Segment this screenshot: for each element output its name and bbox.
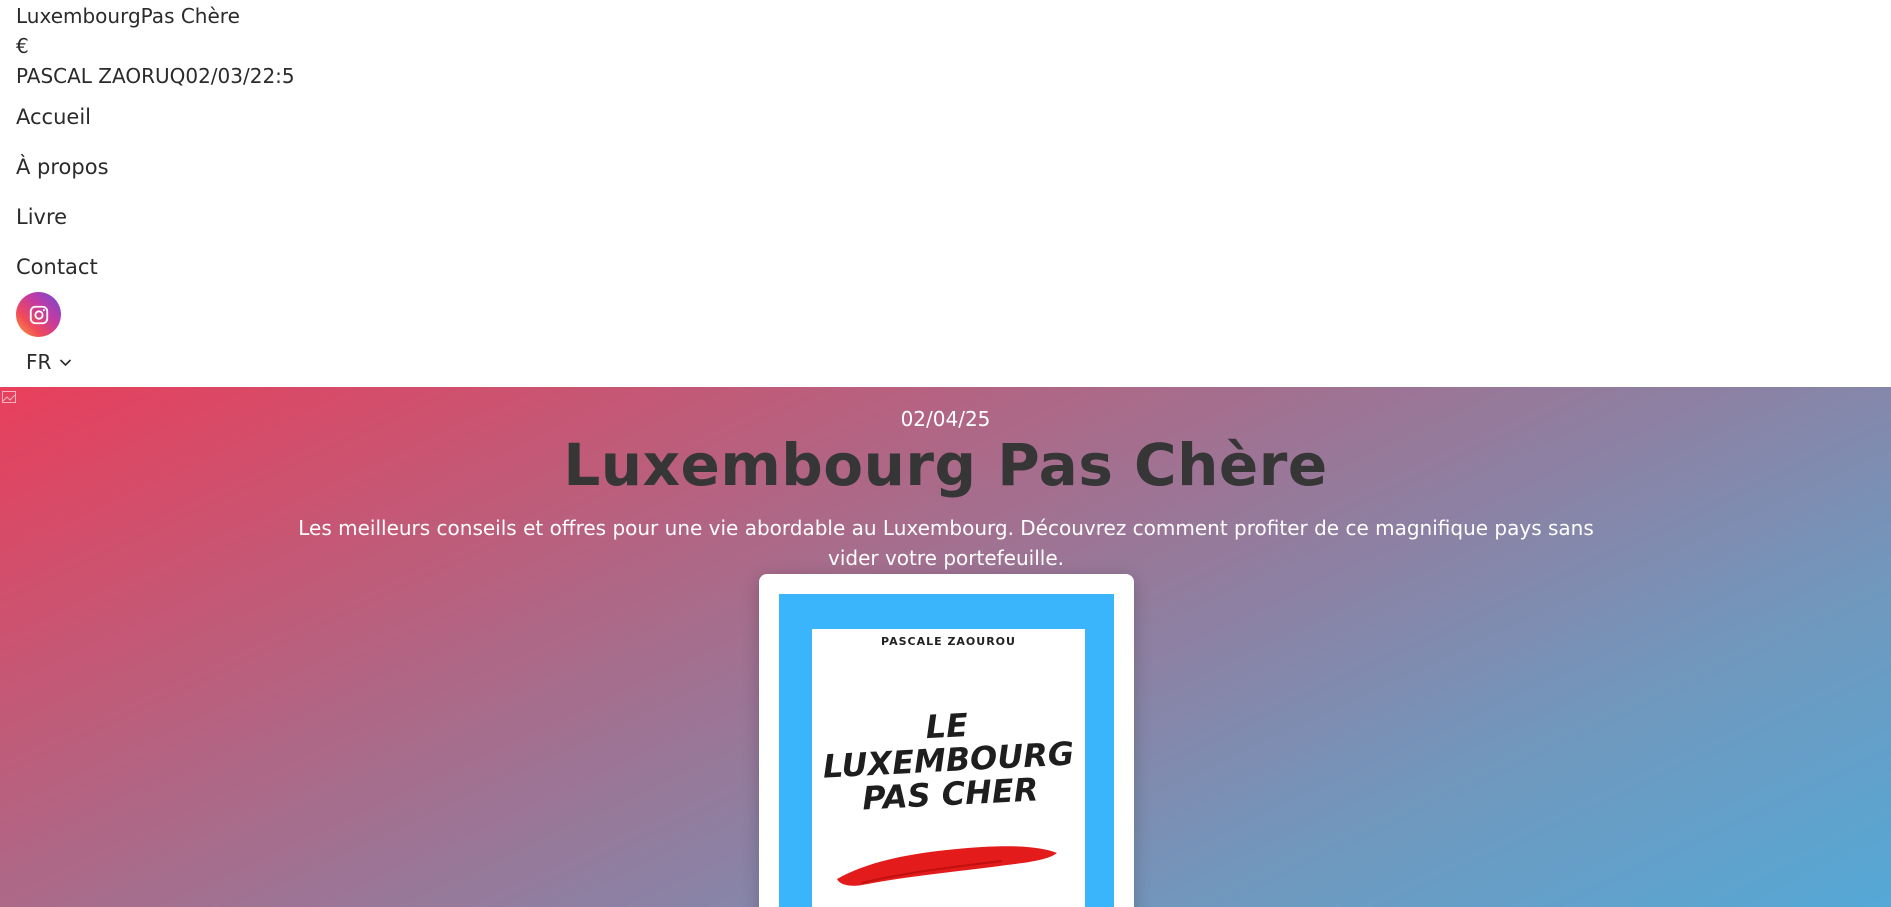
site-header: LuxembourgPas Chère € PASCAL ZAORUQ02/03…	[0, 0, 1891, 387]
post-date: 02/04/25	[900, 407, 991, 431]
language-selector[interactable]: FR	[26, 350, 72, 374]
currency-symbol: €	[16, 34, 29, 58]
language-label: FR	[26, 350, 52, 374]
hero-description: Les meilleurs conseils et offres pour un…	[298, 516, 1594, 570]
author-line: PASCAL ZAORUQ02/03/22:5	[16, 64, 295, 88]
nav-accueil[interactable]: Accueil	[16, 104, 91, 130]
instagram-icon	[29, 305, 48, 324]
red-brush-stroke	[837, 846, 1057, 886]
nav-contact[interactable]: Contact	[16, 254, 98, 280]
nav-livre[interactable]: Livre	[16, 204, 67, 230]
book-title: LE LUXEMBOURG PAS CHER	[810, 702, 1088, 818]
broken-image-icon	[2, 391, 16, 403]
book-cover-card[interactable]: PASCALE ZAOUROU LE LUXEMBOURG PAS CHER	[759, 574, 1134, 907]
chevron-down-icon	[60, 358, 72, 366]
book-cover-frame: PASCALE ZAOUROU LE LUXEMBOURG PAS CHER	[779, 594, 1114, 907]
book-cover-page: PASCALE ZAOUROU LE LUXEMBOURG PAS CHER	[812, 629, 1085, 907]
instagram-link[interactable]	[16, 292, 61, 337]
nav-a-propos[interactable]: À propos	[16, 154, 109, 180]
book-author: PASCALE ZAOUROU	[881, 635, 1016, 648]
site-brand[interactable]: LuxembourgPas Chère	[16, 4, 240, 28]
hero-section: 02/04/25 Luxembourg Pas Chère Les meille…	[0, 387, 1891, 907]
page-title: Luxembourg Pas Chère	[563, 431, 1328, 499]
